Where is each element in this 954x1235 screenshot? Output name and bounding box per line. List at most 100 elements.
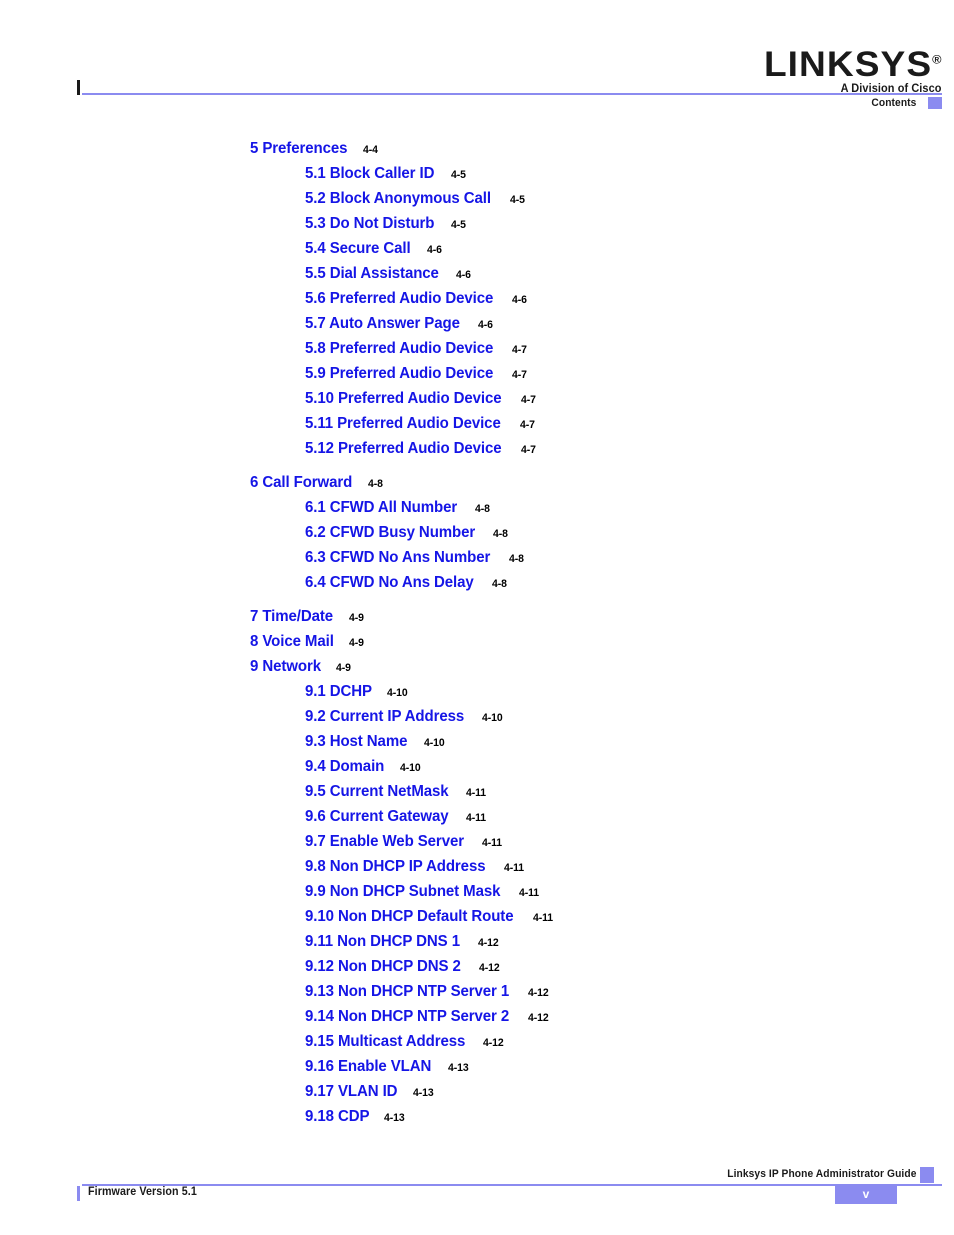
toc-entry[interactable]: 6.4 CFWD No Ans Delay 4-8 bbox=[0, 570, 954, 595]
toc-entry-page-number: 4-13 bbox=[384, 1112, 405, 1124]
toc-entry-title[interactable]: 9.16 Enable VLAN bbox=[305, 1054, 431, 1079]
toc-entry-title[interactable]: 6.4 CFWD No Ans Delay bbox=[305, 570, 474, 595]
toc-entry[interactable]: 5.6 Preferred Audio Device 4-6 bbox=[0, 286, 954, 311]
toc-entry-title[interactable]: 9 Network bbox=[250, 654, 321, 679]
toc-entry[interactable]: 5.9 Preferred Audio Device 4-7 bbox=[0, 361, 954, 386]
toc-entry[interactable]: 9.1 DCHP 4-10 bbox=[0, 679, 954, 704]
toc-entry[interactable]: 5.1 Block Caller ID 4-5 bbox=[0, 161, 954, 186]
toc-entry-page-number: 4-12 bbox=[528, 987, 550, 999]
toc-entry[interactable]: 9.13 Non DHCP NTP Server 1 4-12 bbox=[0, 979, 954, 1004]
toc-entry-title[interactable]: 6.2 CFWD Busy Number bbox=[305, 520, 475, 545]
toc-entry[interactable]: 9.11 Non DHCP DNS 1 4-12 bbox=[0, 929, 954, 954]
toc-entry-title[interactable]: 5.7 Auto Answer Page bbox=[305, 311, 460, 336]
toc-entry[interactable]: 9.3 Host Name 4-10 bbox=[0, 729, 954, 754]
toc-entry-title[interactable]: 9.9 Non DHCP Subnet Mask bbox=[305, 879, 501, 904]
toc-entry-title[interactable]: 5.12 Preferred Audio Device bbox=[305, 436, 502, 461]
toc-entry-title[interactable]: 5.8 Preferred Audio Device bbox=[305, 336, 493, 361]
footer-page-number: v bbox=[862, 1187, 870, 1201]
toc-entry-page-number: 4-13 bbox=[448, 1062, 469, 1074]
toc-entry-page-number: 4-12 bbox=[483, 1037, 504, 1049]
toc-entry-title[interactable]: 9.8 Non DHCP IP Address bbox=[305, 854, 486, 879]
toc-entry-page-number: 4-7 bbox=[512, 369, 527, 381]
toc-entry-page-number: 4-9 bbox=[336, 662, 352, 674]
toc-entry-title[interactable]: 9.1 DCHP bbox=[305, 679, 372, 704]
toc-entry-title[interactable]: 9.7 Enable Web Server bbox=[305, 829, 464, 854]
toc-entry-page-number: 4-7 bbox=[520, 394, 536, 406]
toc-entry[interactable]: 5.4 Secure Call 4-6 bbox=[0, 236, 954, 261]
toc-entry[interactable]: 9.8 Non DHCP IP Address 4-11 bbox=[0, 854, 954, 879]
toc-entry-page-number: 4-13 bbox=[413, 1087, 434, 1099]
toc-entry[interactable]: 5.12 Preferred Audio Device 4-7 bbox=[0, 436, 954, 461]
toc-entry-title[interactable]: 5.5 Dial Assistance bbox=[305, 261, 439, 286]
toc-entry-title[interactable]: 5.1 Block Caller ID bbox=[305, 161, 434, 186]
toc-entry-page-number: 4-11 bbox=[532, 912, 553, 924]
toc-entry-title[interactable]: 5.3 Do Not Disturb bbox=[305, 211, 435, 236]
toc-entry[interactable]: 8 Voice Mail 4-9 bbox=[0, 629, 954, 654]
table-of-contents: 5 Preferences 4-4 5.1 Block Caller ID 4-5 5.… bbox=[0, 136, 954, 1129]
toc-entry-page-number: 4-8 bbox=[493, 528, 509, 540]
toc-entry-title[interactable]: 9.13 Non DHCP NTP Server 1 bbox=[305, 979, 509, 1004]
toc-entry-title[interactable]: 9.4 Domain bbox=[305, 754, 384, 779]
toc-entry-title[interactable]: 9.12 Non DHCP DNS 2 bbox=[305, 954, 461, 979]
toc-entry-title[interactable]: 9.3 Host Name bbox=[305, 729, 407, 754]
toc-entry-title[interactable]: 5.4 Secure Call bbox=[305, 236, 411, 261]
header-left-tick bbox=[77, 80, 80, 95]
toc-entry[interactable]: 6.2 CFWD Busy Number 4-8 bbox=[0, 520, 954, 545]
toc-entry-title[interactable]: 5.9 Preferred Audio Device bbox=[305, 361, 493, 386]
toc-entry-title[interactable]: 7 Time/Date bbox=[250, 604, 333, 629]
toc-entry[interactable]: 9.12 Non DHCP DNS 2 4-12 bbox=[0, 954, 954, 979]
toc-entry[interactable]: 9.4 Domain 4-10 bbox=[0, 754, 954, 779]
toc-entry-title[interactable]: 6 Call Forward bbox=[250, 470, 352, 495]
toc-entry-title[interactable]: 5.2 Block Anonymous Call bbox=[305, 186, 491, 211]
toc-entry[interactable]: 9.16 Enable VLAN 4-13 bbox=[0, 1054, 954, 1079]
toc-entry-title[interactable]: 8 Voice Mail bbox=[250, 629, 334, 654]
toc-entry-title[interactable]: 9.17 VLAN ID bbox=[305, 1079, 398, 1104]
toc-entry-page-number: 4-8 bbox=[491, 578, 507, 590]
toc-entry-page-number: 4-6 bbox=[426, 244, 442, 256]
toc-entry[interactable]: 9 Network 4-9 bbox=[0, 654, 954, 679]
toc-entry-title[interactable]: 9.11 Non DHCP DNS 1 bbox=[305, 929, 460, 954]
toc-entry[interactable]: 9.15 Multicast Address 4-12 bbox=[0, 1029, 954, 1054]
toc-entry-page-number: 4-8 bbox=[509, 553, 524, 565]
toc-entry[interactable]: 9.7 Enable Web Server 4-11 bbox=[0, 829, 954, 854]
toc-entry[interactable]: 5.7 Auto Answer Page 4-6 bbox=[0, 311, 954, 336]
toc-entry-title[interactable]: 9.5 Current NetMask bbox=[305, 779, 449, 804]
toc-entry-page-number: 4-8 bbox=[368, 478, 384, 490]
toc-entry-title[interactable]: 6.3 CFWD No Ans Number bbox=[305, 545, 490, 570]
toc-entry[interactable]: 9.6 Current Gateway 4-11 bbox=[0, 804, 954, 829]
toc-entry-title[interactable]: 9.6 Current Gateway bbox=[305, 804, 449, 829]
toc-entry[interactable]: 9.10 Non DHCP Default Route 4-11 bbox=[0, 904, 954, 929]
toc-entry[interactable]: 6.3 CFWD No Ans Number 4-8 bbox=[0, 545, 954, 570]
toc-entry[interactable]: 9.14 Non DHCP NTP Server 2 4-12 bbox=[0, 1004, 954, 1029]
toc-entry-title[interactable]: 5 Preferences bbox=[250, 136, 347, 161]
toc-entry[interactable]: 9.17 VLAN ID 4-13 bbox=[0, 1079, 954, 1104]
toc-entry-page-number: 4-9 bbox=[349, 637, 365, 649]
page-header: LINKSYS® A Division of Cisco Contents bbox=[0, 0, 954, 115]
toc-entry[interactable]: 5.2 Block Anonymous Call 4-5 bbox=[0, 186, 954, 211]
toc-entry-title[interactable]: 9.18 CDP bbox=[305, 1104, 370, 1129]
toc-entry[interactable]: 9.9 Non DHCP Subnet Mask 4-11 bbox=[0, 879, 954, 904]
toc-entry-title[interactable]: 9.14 Non DHCP NTP Server 2 bbox=[305, 1004, 509, 1029]
toc-entry[interactable]: 5.5 Dial Assistance 4-6 bbox=[0, 261, 954, 286]
toc-entry-title[interactable]: 5.11 Preferred Audio Device bbox=[305, 411, 501, 436]
toc-entry-title[interactable]: 5.10 Preferred Audio Device bbox=[305, 386, 502, 411]
toc-entry[interactable]: 9.5 Current NetMask 4-11 bbox=[0, 779, 954, 804]
toc-entry-title[interactable]: 9.2 Current IP Address bbox=[305, 704, 464, 729]
toc-entry[interactable]: 5.11 Preferred Audio Device 4-7 bbox=[0, 411, 954, 436]
toc-entry-title[interactable]: 6.1 CFWD All Number bbox=[305, 495, 457, 520]
toc-entry-page-number: 4-9 bbox=[348, 612, 364, 624]
toc-entry-title[interactable]: 9.15 Multicast Address bbox=[305, 1029, 465, 1054]
toc-entry-title[interactable]: 9.10 Non DHCP Default Route bbox=[305, 904, 514, 929]
toc-entry[interactable]: 5.3 Do Not Disturb 4-5 bbox=[0, 211, 954, 236]
toc-entry-page-number: 4-7 bbox=[520, 444, 536, 456]
toc-entry[interactable]: 6.1 CFWD All Number 4-8 bbox=[0, 495, 954, 520]
toc-entry-page-number: 4-10 bbox=[399, 762, 421, 774]
toc-entry[interactable]: 9.2 Current IP Address 4-10 bbox=[0, 704, 954, 729]
toc-entry-title[interactable]: 5.6 Preferred Audio Device bbox=[305, 286, 493, 311]
toc-entry[interactable]: 7 Time/Date 4-9 bbox=[0, 604, 954, 629]
toc-entry[interactable]: 5.10 Preferred Audio Device 4-7 bbox=[0, 386, 954, 411]
toc-entry[interactable]: 5.8 Preferred Audio Device 4-7 bbox=[0, 336, 954, 361]
toc-entry[interactable]: 6 Call Forward 4-8 bbox=[0, 470, 954, 495]
toc-entry[interactable]: 5 Preferences 4-4 bbox=[0, 136, 954, 161]
toc-entry[interactable]: 9.18 CDP 4-13 bbox=[0, 1104, 954, 1129]
